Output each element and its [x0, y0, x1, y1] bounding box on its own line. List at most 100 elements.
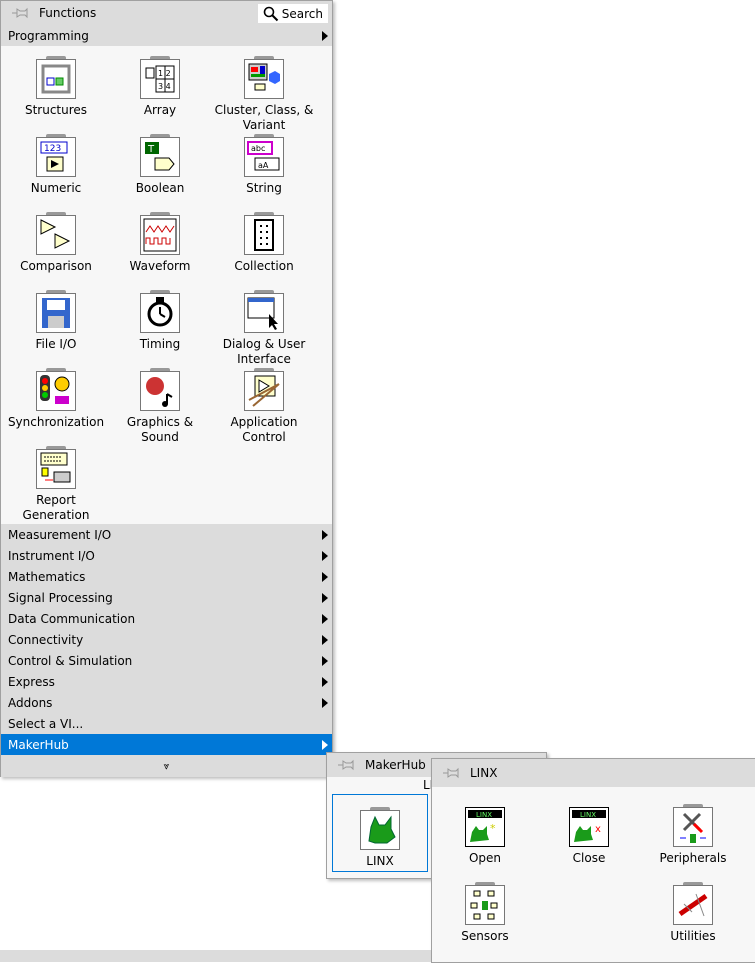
pin-icon[interactable]	[337, 758, 355, 772]
category-label: Connectivity	[8, 632, 84, 647]
category-item[interactable]: Signal Processing	[1, 587, 332, 608]
svg-text:123: 123	[44, 144, 61, 154]
palette-item-graphics[interactable]: Graphics & Sound	[108, 368, 212, 445]
utilities-icon	[673, 882, 713, 925]
palette-item-app-control[interactable]: Application Control	[212, 368, 316, 445]
category-item[interactable]: Addons	[1, 692, 332, 713]
search-button[interactable]: Search	[257, 4, 328, 23]
title-bar[interactable]: Functions Search	[1, 1, 332, 25]
menu-label: MakerHub	[8, 737, 69, 752]
palette-item-string[interactable]: abc aA String	[212, 134, 316, 196]
item-label: Report Generation	[22, 493, 90, 522]
item-label: Waveform	[129, 259, 191, 273]
svg-text:LINX: LINX	[476, 811, 492, 819]
palette-item-synchronization[interactable]: Synchronization	[4, 368, 108, 430]
expand-arrow-icon	[322, 551, 328, 561]
category-label: Express	[8, 674, 55, 689]
item-label: Peripherals	[659, 851, 727, 865]
item-label: Dialog & User Interface	[222, 337, 306, 366]
graphics-icon	[140, 368, 180, 411]
linx-item-sensors[interactable]: Sensors	[433, 882, 537, 944]
menu-label: Select a VI...	[8, 716, 84, 731]
expand-arrow-icon	[322, 614, 328, 624]
category-label: Measurement I/O	[8, 527, 112, 542]
palette-item-waveform[interactable]: Waveform	[108, 212, 212, 274]
palette-item-collection[interactable]: Collection	[212, 212, 316, 274]
category-label: Signal Processing	[8, 590, 113, 605]
item-label: Cluster, Class, & Variant	[214, 103, 314, 132]
item-label: Application Control	[230, 415, 298, 444]
dialog-icon	[244, 290, 284, 333]
item-label: Comparison	[20, 259, 92, 273]
search-label: Search	[281, 6, 323, 21]
item-label: File I/O	[35, 337, 77, 351]
item-label: Array	[143, 103, 177, 117]
svg-text:abc: abc	[251, 144, 265, 153]
expand-arrow-icon	[322, 656, 328, 666]
svg-text:3 4: 3 4	[158, 82, 171, 91]
linx-item-utilities[interactable]: Utilities	[641, 882, 745, 944]
palette-item-cluster[interactable]: Cluster, Class, & Variant	[212, 56, 316, 133]
category-item[interactable]: Control & Simulation	[1, 650, 332, 671]
category-item[interactable]: Connectivity	[1, 629, 332, 650]
category-label: Addons	[8, 695, 53, 710]
palette-item-file-io[interactable]: File I/O	[4, 290, 108, 352]
pin-icon[interactable]	[11, 6, 29, 20]
more-button[interactable]: ⩔	[1, 755, 332, 777]
comparison-icon	[36, 212, 76, 255]
category-label: Mathematics	[8, 569, 86, 584]
palette-item-array[interactable]: 1 23 4 Array	[108, 56, 212, 118]
category-programming[interactable]: Programming	[1, 25, 332, 46]
linx-item-close[interactable]: LINX x Close	[537, 807, 641, 866]
palette-item-numeric[interactable]: 123 Numeric	[4, 134, 108, 196]
category-item[interactable]: Instrument I/O	[1, 545, 332, 566]
category-makerhub[interactable]: MakerHub	[1, 734, 332, 755]
palette-title: Functions	[39, 6, 97, 20]
svg-text:x: x	[595, 824, 601, 835]
expand-arrow-icon	[322, 635, 328, 645]
palette-item-report[interactable]: Report Generation	[4, 446, 108, 523]
double-chevron-down-icon: ⩔	[163, 760, 170, 772]
file-io-icon	[36, 290, 76, 333]
item-label: LINX	[366, 854, 394, 868]
waveform-icon	[140, 212, 180, 255]
palette-item-structures[interactable]: Structures	[4, 56, 108, 118]
linx-folder[interactable]: LINX	[332, 794, 428, 872]
sensors-icon	[465, 882, 505, 925]
svg-text:*: *	[490, 822, 496, 835]
palette-item-boolean[interactable]: T Boolean	[108, 134, 212, 196]
palette-item-timing[interactable]: Timing	[108, 290, 212, 352]
select-vi-item[interactable]: Select a VI...	[1, 713, 332, 734]
numeric-icon: 123	[36, 134, 76, 177]
item-label: Synchronization	[7, 415, 105, 429]
structures-icon	[36, 56, 76, 99]
string-icon: abc aA	[244, 134, 284, 177]
pin-icon[interactable]	[442, 766, 460, 780]
expand-arrow-icon	[322, 530, 328, 540]
category-item[interactable]: Data Communication	[1, 608, 332, 629]
expand-arrow-icon	[322, 740, 328, 750]
category-item[interactable]: Express	[1, 671, 332, 692]
palette-item-comparison[interactable]: Comparison	[4, 212, 108, 274]
functions-palette: Functions Search Programming Structures 1…	[0, 0, 333, 777]
item-label: Boolean	[135, 181, 185, 195]
cluster-icon	[244, 56, 284, 99]
open-icon: LINX *	[465, 807, 505, 847]
category-item[interactable]: Measurement I/O	[1, 524, 332, 545]
palette-item-dialog[interactable]: Dialog & User Interface	[212, 290, 316, 367]
array-icon: 1 23 4	[140, 56, 180, 99]
category-label: Control & Simulation	[8, 653, 133, 668]
title-bar[interactable]: LINX	[432, 759, 755, 787]
search-icon	[263, 6, 278, 21]
linx-item-peripherals[interactable]: Peripherals	[641, 804, 745, 866]
item-label: Collection	[234, 259, 294, 273]
expand-arrow-icon	[322, 31, 328, 41]
category-label: Data Communication	[8, 611, 136, 626]
item-label: Structures	[24, 103, 88, 117]
timing-icon	[140, 290, 180, 333]
category-item[interactable]: Mathematics	[1, 566, 332, 587]
synchronization-icon	[36, 368, 76, 411]
linx-item-open[interactable]: LINX * Open	[433, 807, 537, 866]
svg-text:T: T	[147, 144, 155, 155]
linx-palette: LINX LINX * Open LINX x Close Peripherals Senso…	[431, 758, 755, 963]
